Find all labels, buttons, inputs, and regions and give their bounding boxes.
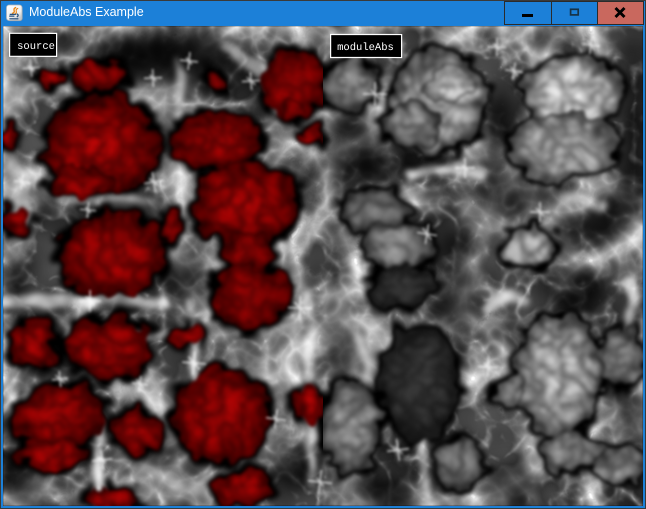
svg-text:source: source [17, 41, 55, 53]
svg-text:moduleAbs: moduleAbs [337, 42, 394, 54]
